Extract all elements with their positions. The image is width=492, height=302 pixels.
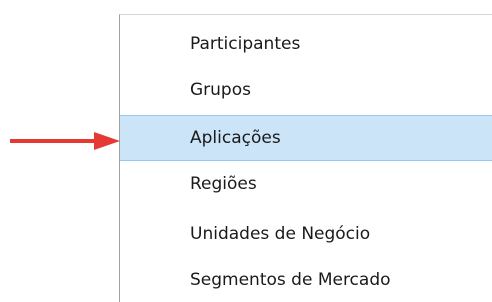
menu-item-label: Aplicações	[190, 128, 281, 148]
menu-item-regioes[interactable]: Regiões	[120, 161, 492, 207]
menu-item-label: Regiões	[190, 174, 257, 194]
menu-item-grupos[interactable]: Grupos	[120, 67, 492, 113]
context-menu: Participantes Grupos Aplicações Regiões …	[119, 14, 492, 302]
menu-item-label: Segmentos de Mercado	[190, 270, 391, 290]
menu-item-unidades-de-negocio[interactable]: Unidades de Negócio	[120, 211, 492, 257]
menu-item-label: Grupos	[190, 80, 251, 100]
menu-item-label: Unidades de Negócio	[190, 224, 371, 244]
menu-item-segmentos-de-mercado[interactable]: Segmentos de Mercado	[120, 257, 492, 302]
menu-item-label: Participantes	[190, 34, 301, 54]
menu-item-aplicacoes[interactable]: Aplicações	[120, 115, 492, 161]
menu-item-participantes[interactable]: Participantes	[120, 21, 492, 67]
red-arrow-right-icon	[10, 132, 120, 150]
